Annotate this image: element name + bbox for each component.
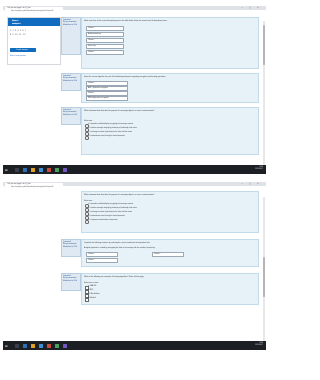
windows-start-icon[interactable]: ⊞ bbox=[5, 344, 9, 348]
os-taskbar: ⊞ 11:48 2023-04-11 bbox=[3, 165, 266, 174]
minimize-icon[interactable]: — bbox=[241, 7, 243, 9]
question-subtext: A digital signature is created by encryp… bbox=[84, 247, 156, 249]
os-taskbar: ⊞ 11:48 2023-04-11 bbox=[3, 341, 266, 350]
address-url[interactable]: https://sameple.cyber.lab/mod/quiz/attem… bbox=[11, 11, 53, 12]
question-text: Select the correct algorithm for each of… bbox=[84, 76, 166, 78]
scrollbar-thumb[interactable] bbox=[263, 25, 265, 65]
option-label: d. Blowfish bbox=[88, 298, 96, 299]
select-one-label: Select one: bbox=[84, 200, 93, 202]
windows-start-icon[interactable]: ⊞ bbox=[5, 168, 9, 172]
back-icon[interactable]: ← bbox=[4, 10, 6, 12]
question-3-content: Which statement best describes the purpo… bbox=[81, 191, 259, 233]
option-label: a. It provides confidentiality by encryp… bbox=[88, 124, 134, 125]
answer-select[interactable]: Secret key bbox=[86, 44, 124, 49]
answer-select[interactable]: Authentication key bbox=[86, 32, 124, 37]
address-url[interactable]: https://sameple.cyber.lab/mod/quiz/attem… bbox=[11, 187, 53, 188]
question-nav-row-1[interactable]: 1 2 3 4 5 6 7 bbox=[10, 30, 26, 32]
option-label: c. It exchanges session keys between the… bbox=[88, 132, 133, 133]
question-4-info: Question 4 Not yet answered Marked out o… bbox=[61, 239, 81, 257]
question-2-content: Select the correct algorithm for each of… bbox=[81, 73, 259, 103]
browser-icon[interactable] bbox=[39, 343, 43, 348]
answer-select[interactable]: Choose... bbox=[152, 252, 184, 257]
minimize-icon[interactable]: — bbox=[241, 183, 243, 185]
screenshot-top: The Quiz test (page 1 of 4) | Quiz — ▢ ✕… bbox=[3, 6, 266, 174]
page-scrollbar[interactable] bbox=[263, 21, 265, 171]
app-icon[interactable] bbox=[63, 343, 67, 348]
tab-title: The Quiz test (page 1 of 4) | Quiz bbox=[7, 7, 31, 9]
question-text: Complete the following sentence by selec… bbox=[84, 242, 151, 244]
file-explorer-icon[interactable] bbox=[31, 167, 35, 172]
back-icon[interactable]: ← bbox=[4, 186, 6, 188]
quiz-navigation-panel: Quiz navigation Sample student 1 2 3 4 5 … bbox=[7, 17, 61, 65]
close-icon[interactable]: ✕ bbox=[257, 183, 259, 185]
question-4-content: Complete the following sentence by selec… bbox=[81, 239, 259, 267]
quiz-navigation-user: Sample student bbox=[12, 20, 19, 25]
question-2-info: Question 2 Not yet answered Marked out o… bbox=[61, 73, 81, 91]
app-icon[interactable] bbox=[55, 343, 59, 348]
system-clock[interactable]: 11:48 2023-04-11 bbox=[255, 167, 263, 171]
question-nav-row-2[interactable]: 8 9 10 11 12 bbox=[10, 34, 26, 36]
option-label: a. SHA-256 bbox=[88, 286, 97, 287]
question-marks: Marked out of 1.00 bbox=[63, 24, 78, 27]
browser-icon[interactable] bbox=[39, 167, 43, 172]
close-icon[interactable]: ✕ bbox=[257, 7, 259, 9]
search-icon[interactable] bbox=[15, 343, 19, 348]
question-1-info: Question 1 Not yet answered Marked out o… bbox=[61, 17, 81, 55]
answer-select[interactable]: Choose... bbox=[86, 26, 124, 31]
answer-select[interactable]: RSA - Asymmetric encryption bbox=[86, 96, 128, 101]
question-5-info: Question 5 Not yet answered Marked out o… bbox=[61, 273, 81, 291]
file-explorer-icon[interactable] bbox=[31, 343, 35, 348]
answer-select[interactable]: Choose... bbox=[86, 38, 124, 43]
app-icon[interactable] bbox=[47, 167, 51, 172]
maximize-icon[interactable]: ▢ bbox=[249, 183, 251, 185]
question-text: Which of the following are examples of h… bbox=[84, 276, 144, 278]
question-text: Which statement best describes the purpo… bbox=[84, 110, 155, 112]
system-clock[interactable]: 11:48 2023-04-11 bbox=[255, 343, 263, 347]
finish-attempt-button[interactable]: Finish attempt ... bbox=[10, 48, 36, 52]
page-scrollbar[interactable] bbox=[263, 197, 265, 347]
search-icon[interactable] bbox=[15, 167, 19, 172]
question-3-content: Which statement best describes the purpo… bbox=[81, 107, 259, 155]
tab-title: The Quiz test (page 1 of 4) | Quiz bbox=[7, 183, 31, 185]
option-label: a. It provides confidentiality by encryp… bbox=[88, 204, 134, 205]
scrollbar-thumb[interactable] bbox=[263, 257, 265, 297]
question-1-content: Match each item to the correct descripti… bbox=[81, 17, 259, 69]
page-content: Which statement best describes the purpo… bbox=[3, 189, 266, 347]
question-text: Which statement best describes the purpo… bbox=[84, 194, 155, 196]
question-5-content: Which of the following are examples of h… bbox=[81, 273, 259, 305]
option-label: d. It authenticates users through a shar… bbox=[88, 216, 125, 217]
option-label: e. It compresses data before transmissio… bbox=[88, 220, 118, 221]
task-view-icon[interactable] bbox=[23, 167, 27, 172]
app-icon[interactable] bbox=[63, 167, 67, 172]
option-label: d. It authenticates users through a shar… bbox=[88, 136, 125, 137]
app-icon[interactable] bbox=[47, 343, 51, 348]
option-label: c. It exchanges session keys between the… bbox=[88, 212, 133, 213]
page-content: Quiz navigation Sample student 1 2 3 4 5 … bbox=[3, 13, 266, 171]
select-one-label: Select one or more: bbox=[84, 282, 99, 284]
answer-select[interactable]: Choose... bbox=[86, 252, 118, 257]
screenshot-bottom: The Quiz test (page 1 of 4) | Quiz — ▢ ✕… bbox=[3, 182, 266, 350]
question-text: Match each item to the correct descripti… bbox=[84, 20, 168, 22]
maximize-icon[interactable]: ▢ bbox=[249, 7, 251, 9]
question-3-info: Question 3 Not yet answered Marked out o… bbox=[61, 107, 81, 125]
option-label: b. It verifies message integrity by prod… bbox=[88, 208, 137, 209]
answer-select[interactable]: Choose... bbox=[86, 258, 118, 263]
app-icon[interactable] bbox=[55, 167, 59, 172]
option-label: c. Diffie-Hellman bbox=[88, 294, 100, 295]
quiz-navigation-header: Quiz navigation Sample student bbox=[8, 18, 60, 26]
answer-select[interactable]: Choose... bbox=[86, 50, 124, 55]
new-preview-link[interactable]: Start a new preview bbox=[10, 55, 26, 57]
task-view-icon[interactable] bbox=[23, 343, 27, 348]
option-label: b. It verifies message integrity by prod… bbox=[88, 128, 137, 129]
option-label: b. MD5 bbox=[88, 290, 94, 291]
select-one-label: Select one: bbox=[84, 120, 93, 122]
